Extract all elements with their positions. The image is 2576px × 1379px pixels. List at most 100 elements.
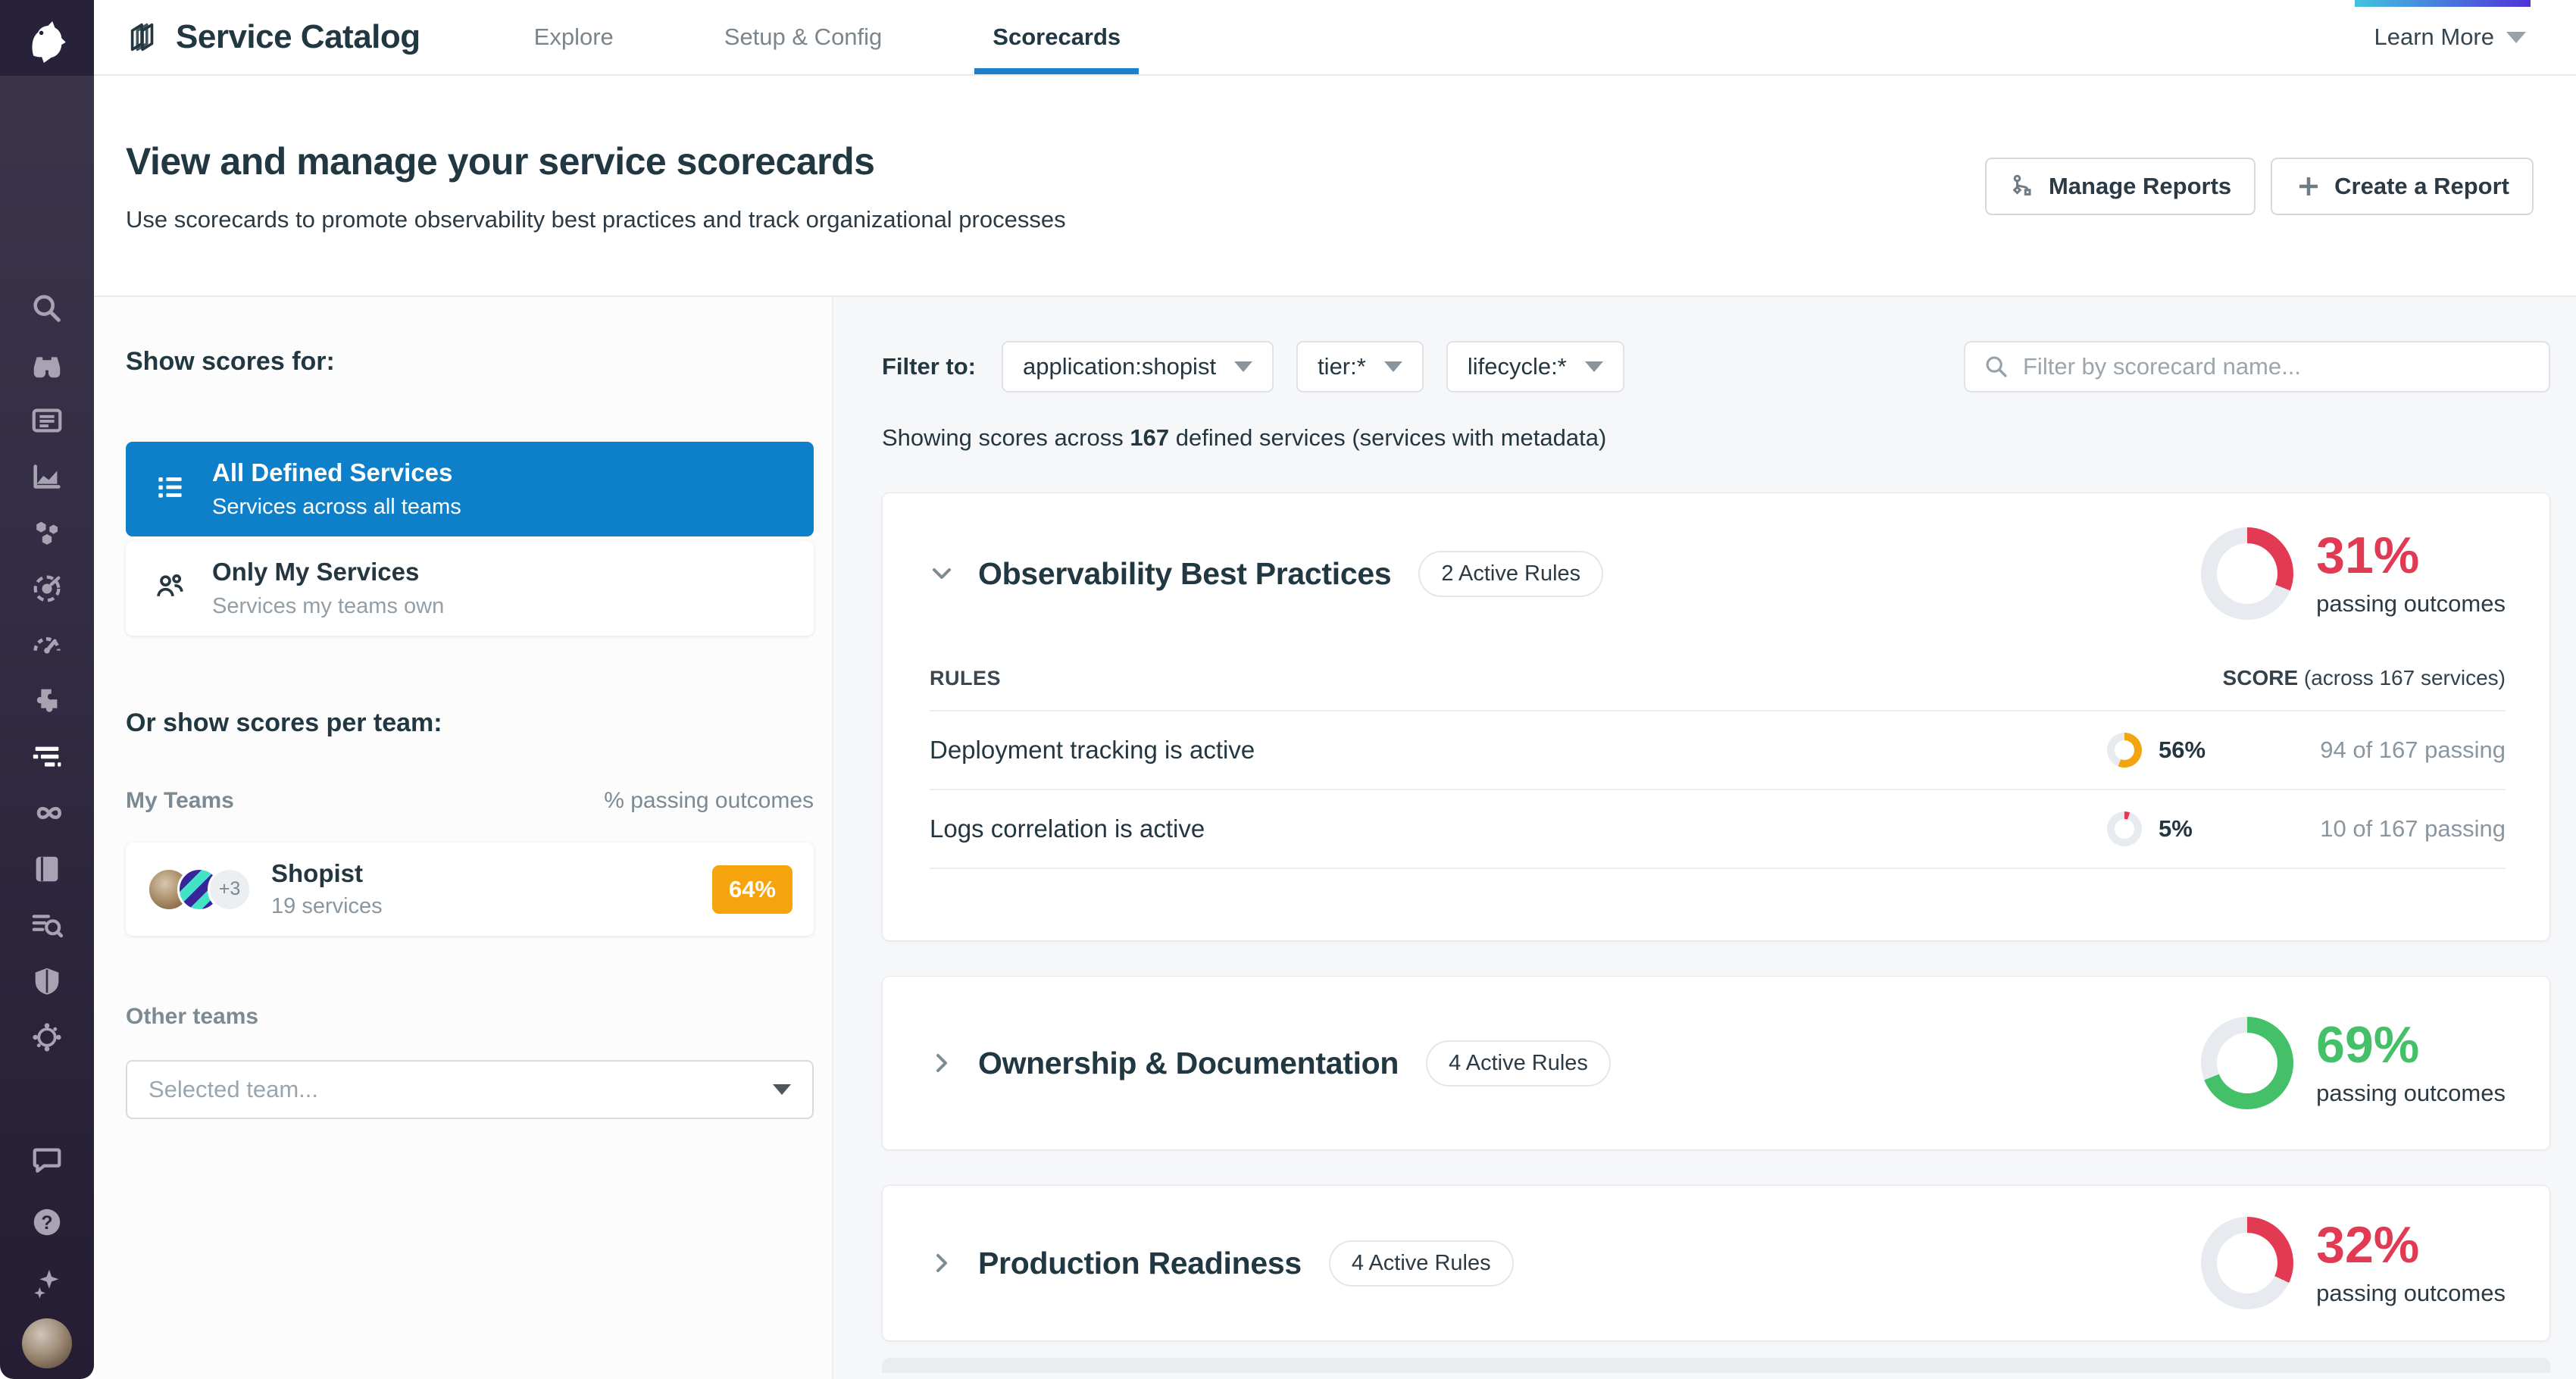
scorecard-search[interactable] (1964, 341, 2550, 392)
active-rules-badge: 4 Active Rules (1329, 1240, 1514, 1287)
watchdog-icon[interactable] (0, 336, 94, 392)
option-subtitle: Services my teams own (212, 594, 444, 619)
app-title: Service Catalog (176, 18, 420, 56)
page-title: View and manage your service scorecards (126, 139, 1066, 183)
create-report-button[interactable]: Create a Report (2271, 158, 2534, 215)
teams-header-row: My Teams % passing outcomes (126, 788, 814, 814)
rail-icon-list (0, 280, 94, 1065)
passing-outcomes-label: passing outcomes (2316, 1080, 2506, 1107)
scorecard-ownership: Ownership & Documentation 4 Active Rules… (882, 976, 2550, 1150)
ux-monitoring-icon[interactable] (0, 1009, 94, 1065)
filter-row: Filter to: application:shopist tier:* li… (882, 341, 2550, 392)
scorecard-title: Production Readiness (978, 1246, 1302, 1281)
next-card-peek (882, 1358, 2550, 1373)
dashboards-icon[interactable] (0, 392, 94, 449)
score-cluster: 69% passing outcomes (2201, 1017, 2506, 1109)
manage-reports-button[interactable]: Manage Reports (1985, 158, 2256, 215)
option-all-defined-services[interactable]: All Defined Services Services across all… (126, 442, 814, 536)
rule-row[interactable]: Deployment tracking is active 56% 94 of … (930, 710, 2506, 789)
extra-members-badge: +3 (208, 868, 252, 912)
page-header: View and manage your service scorecards … (94, 77, 2576, 296)
scorecard-header[interactable]: Ownership & Documentation 4 Active Rules… (883, 977, 2549, 1149)
chevron-right-icon[interactable] (927, 1048, 957, 1078)
rule-score: 5% 10 of 167 passing (2107, 811, 2506, 846)
rule-percent: 5% (2159, 815, 2231, 843)
rule-percent: 56% (2159, 736, 2231, 764)
infrastructure-icon[interactable] (0, 505, 94, 561)
option-title: All Defined Services (212, 458, 461, 487)
filter-lifecycle-dropdown[interactable]: lifecycle:* (1446, 341, 1624, 392)
learn-more-menu[interactable]: Learn More (2374, 23, 2526, 51)
service-catalog-app: ? Service Catalog Explore Setup & Config… (0, 0, 2576, 1379)
rule-row[interactable]: Logs correlation is active 5% 10 of 167 … (930, 789, 2506, 868)
datadog-logo[interactable] (0, 0, 94, 76)
rule-name: Logs correlation is active (930, 815, 1205, 843)
integrations-icon[interactable] (0, 673, 94, 729)
plus-icon (2295, 173, 2322, 200)
rules-table-header: RULES SCORE (across 167 services) (930, 654, 2506, 710)
topbar: Service Catalog Explore Setup & Config S… (94, 0, 2576, 76)
svg-text:?: ? (41, 1212, 52, 1234)
ai-sparkles-icon[interactable] (0, 1256, 94, 1312)
rules-column-label: RULES (930, 667, 1001, 690)
software-delivery-icon[interactable] (0, 785, 94, 841)
search-icon[interactable] (0, 280, 94, 336)
team-select-placeholder: Selected team... (148, 1076, 318, 1103)
tab-bar: Explore Setup & Config Scorecards (534, 0, 1121, 74)
metrics-icon[interactable] (0, 449, 94, 505)
scorecard-search-input[interactable] (2023, 353, 2531, 380)
user-avatar[interactable] (22, 1318, 72, 1368)
accent-gradient-bar (2355, 0, 2531, 7)
rule-donut (2107, 733, 2142, 768)
rule-name: Deployment tracking is active (930, 736, 1255, 765)
team-avatar-stack: +3 (147, 868, 252, 912)
page-header-text: View and manage your service scorecards … (126, 139, 1066, 233)
filter-tier-dropdown[interactable]: tier:* (1296, 341, 1424, 392)
chevron-right-icon[interactable] (927, 1248, 957, 1278)
scorecard-header[interactable]: Observability Best Practices 2 Active Ru… (883, 493, 2549, 654)
scorecard-header[interactable]: Production Readiness 4 Active Rules 32% … (883, 1186, 2549, 1340)
security-icon[interactable] (0, 953, 94, 1009)
score-column-label: SCORE (across 167 services) (2223, 666, 2506, 690)
team-row-shopist[interactable]: +3 Shopist 19 services 64% (126, 843, 814, 936)
rail-bottom-icons: ? (0, 1132, 94, 1368)
tab-explore[interactable]: Explore (534, 0, 614, 74)
chevron-down-icon (1585, 361, 1603, 372)
tab-setup-config[interactable]: Setup & Config (724, 0, 883, 74)
logs-icon[interactable] (0, 841, 94, 897)
rule-donut (2107, 811, 2142, 846)
filter-to-label: Filter to: (882, 353, 976, 380)
manage-reports-label: Manage Reports (2049, 173, 2231, 200)
global-nav-rail: ? (0, 0, 94, 1379)
team-select-dropdown[interactable]: Selected team... (126, 1060, 814, 1119)
search-icon (1984, 354, 2009, 380)
option-only-my-services[interactable]: Only My Services Services my teams own (126, 541, 814, 636)
chat-icon[interactable] (0, 1132, 94, 1188)
filter-value: tier:* (1318, 353, 1366, 380)
filter-value: lifecycle:* (1468, 353, 1567, 380)
score-donut (2201, 527, 2293, 620)
passing-outcomes-label: passing outcomes (2316, 1280, 2506, 1307)
filter-application-dropdown[interactable]: application:shopist (1002, 341, 1274, 392)
help-icon[interactable]: ? (0, 1194, 94, 1250)
chevron-down-icon[interactable] (927, 558, 957, 589)
score-percent: 32% (2316, 1219, 2506, 1271)
chevron-down-icon (773, 1084, 791, 1095)
rule-score: 56% 94 of 167 passing (2107, 733, 2506, 768)
list-icon (153, 471, 186, 508)
service-catalog-rail-icon[interactable] (0, 729, 94, 785)
create-report-label: Create a Report (2334, 173, 2509, 200)
show-scores-for-label: Show scores for: (126, 347, 814, 377)
other-teams-label: Other teams (126, 1004, 814, 1030)
tab-scorecards[interactable]: Scorecards (993, 0, 1121, 74)
option-text: Only My Services Services my teams own (212, 558, 444, 619)
workflow-icon (2009, 173, 2037, 200)
team-name: Shopist (271, 859, 383, 888)
team-service-count: 19 services (271, 894, 383, 919)
apm-icon[interactable] (0, 617, 94, 673)
page-subtitle: Use scorecards to promote observability … (126, 206, 1066, 233)
log-explorer-icon[interactable] (0, 897, 94, 953)
score-percent: 69% (2316, 1019, 2506, 1071)
scorecard-title: Observability Best Practices (978, 556, 1391, 592)
monitors-icon[interactable] (0, 561, 94, 617)
